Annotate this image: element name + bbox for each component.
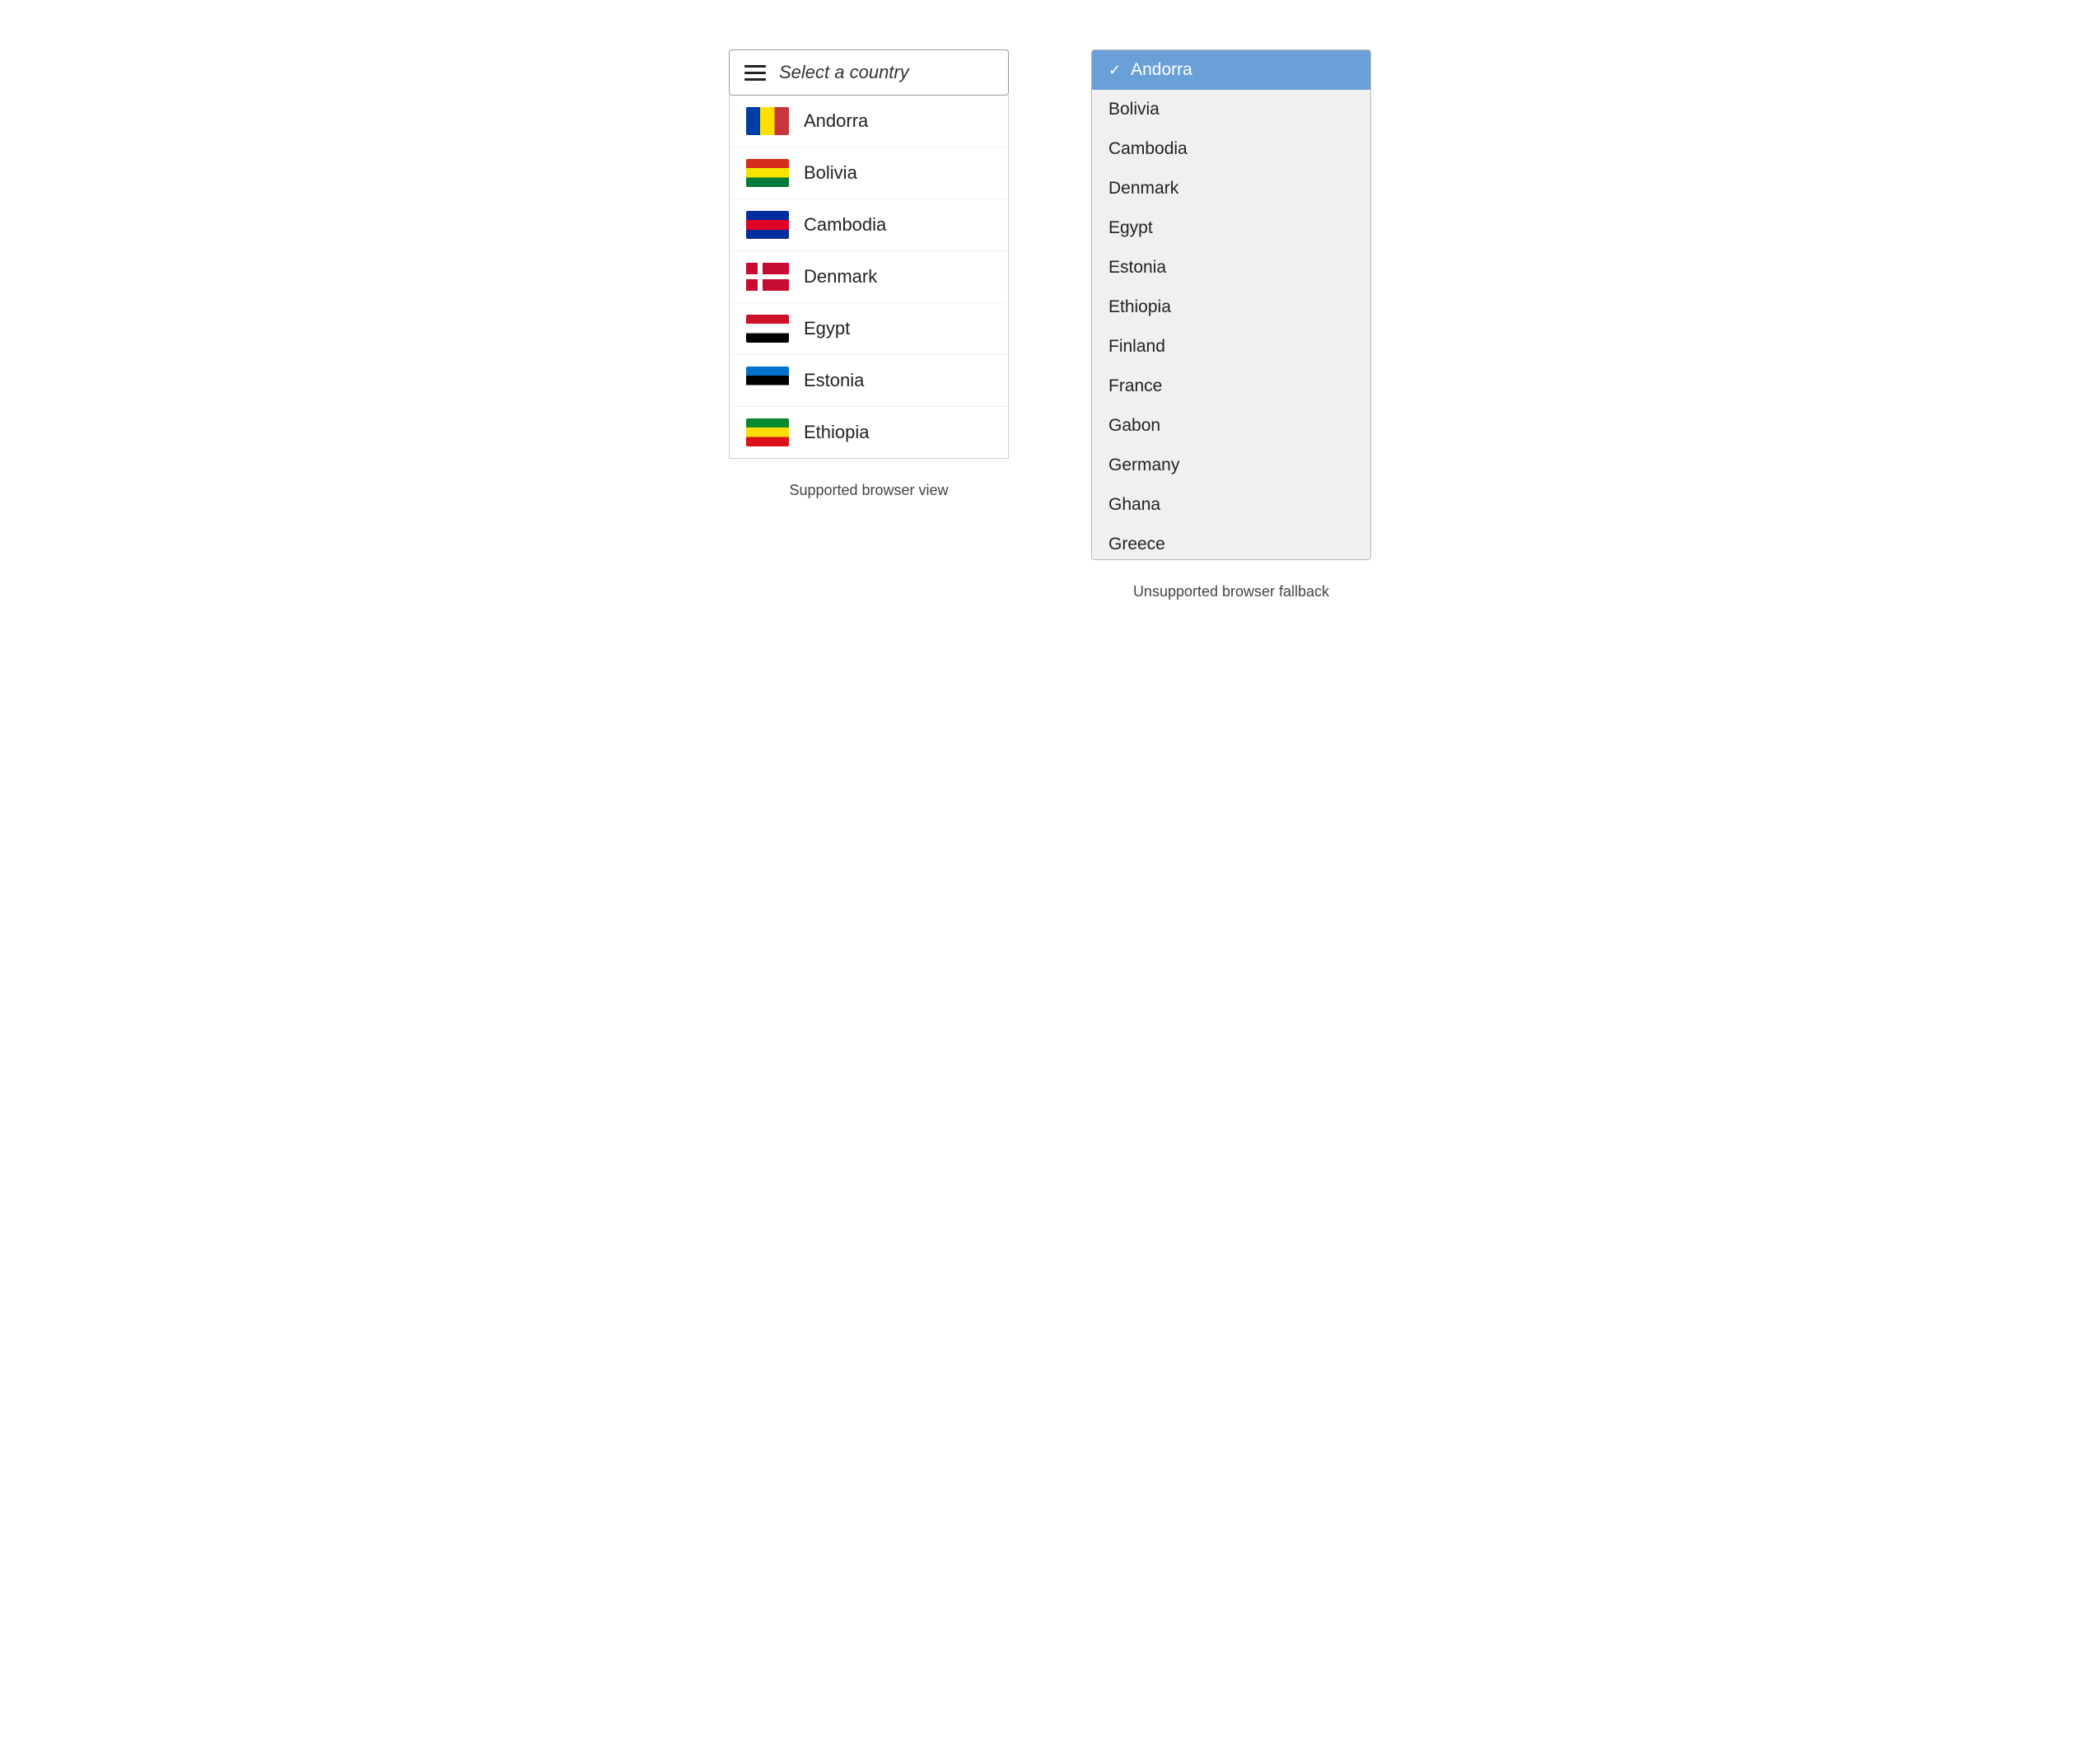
country-name: Egypt bbox=[1108, 218, 1153, 238]
flag-estonia bbox=[746, 367, 789, 395]
country-name: Denmark bbox=[804, 266, 877, 287]
native-select-wrapper: ✓ Andorra Bolivia Cambodia Denmark Egypt… bbox=[1091, 49, 1371, 560]
country-name: Egypt bbox=[804, 318, 850, 339]
flag-cambodia bbox=[746, 211, 789, 239]
list-item[interactable]: Denmark bbox=[730, 251, 1008, 303]
custom-select-trigger[interactable]: Select a country bbox=[729, 49, 1009, 96]
list-item[interactable]: Estonia bbox=[1092, 248, 1370, 287]
country-name: Bolivia bbox=[1108, 100, 1160, 119]
custom-dropdown[interactable]: Andorra Bolivia Cambodia bbox=[729, 96, 1009, 459]
country-name: Gabon bbox=[1108, 416, 1160, 436]
list-item[interactable]: Egypt bbox=[730, 303, 1008, 355]
country-name: Estonia bbox=[1108, 258, 1166, 278]
list-item[interactable]: Cambodia bbox=[730, 199, 1008, 251]
country-name: Andorra bbox=[804, 110, 868, 132]
country-name: Bolivia bbox=[804, 162, 857, 184]
page-container: Select a country Andorra Bolivia bbox=[729, 49, 1371, 600]
custom-select-wrapper: Select a country Andorra Bolivia bbox=[729, 49, 1009, 459]
list-item[interactable]: Greece bbox=[1092, 525, 1370, 560]
country-name: Germany bbox=[1108, 456, 1179, 475]
list-item[interactable]: Estonia bbox=[730, 355, 1008, 407]
list-item[interactable]: Germany bbox=[1092, 446, 1370, 485]
flag-egypt bbox=[746, 315, 789, 343]
list-item[interactable]: Denmark bbox=[1092, 169, 1370, 208]
list-item[interactable]: Ethiopia bbox=[730, 407, 1008, 458]
flag-bolivia bbox=[746, 159, 789, 187]
trigger-label: Select a country bbox=[779, 62, 909, 83]
list-item[interactable]: Bolivia bbox=[1092, 90, 1370, 129]
checkmark-icon: ✓ bbox=[1108, 62, 1121, 79]
right-panel: ✓ Andorra Bolivia Cambodia Denmark Egypt… bbox=[1091, 49, 1371, 600]
country-name: Andorra bbox=[1131, 60, 1192, 80]
list-item[interactable]: Finland bbox=[1092, 327, 1370, 367]
list-item[interactable]: Cambodia bbox=[1092, 129, 1370, 169]
country-name: Ethiopia bbox=[1108, 297, 1171, 317]
right-caption: Unsupported browser fallback bbox=[1133, 583, 1329, 600]
flag-andorra bbox=[746, 107, 789, 135]
list-item[interactable]: Gabon bbox=[1092, 406, 1370, 446]
country-name: Greece bbox=[1108, 535, 1165, 554]
list-item[interactable]: Andorra bbox=[730, 96, 1008, 147]
list-item[interactable]: ✓ Andorra bbox=[1092, 50, 1370, 90]
country-name: Estonia bbox=[804, 370, 864, 391]
native-select-list[interactable]: ✓ Andorra Bolivia Cambodia Denmark Egypt… bbox=[1091, 49, 1371, 560]
country-name: Ethiopia bbox=[804, 422, 870, 443]
list-item[interactable]: Ethiopia bbox=[1092, 287, 1370, 327]
left-caption: Supported browser view bbox=[789, 482, 948, 499]
list-item[interactable]: Egypt bbox=[1092, 208, 1370, 248]
list-item[interactable]: Ghana bbox=[1092, 485, 1370, 525]
flag-denmark bbox=[746, 263, 789, 291]
flag-ethiopia bbox=[746, 418, 789, 446]
country-name: Ghana bbox=[1108, 495, 1160, 515]
list-item[interactable]: France bbox=[1092, 367, 1370, 406]
country-name: Denmark bbox=[1108, 179, 1178, 199]
country-name: Cambodia bbox=[1108, 139, 1188, 159]
list-item[interactable]: Bolivia bbox=[730, 147, 1008, 199]
country-name: Finland bbox=[1108, 337, 1165, 357]
left-panel: Select a country Andorra Bolivia bbox=[729, 49, 1009, 499]
country-name: Cambodia bbox=[804, 214, 886, 236]
hamburger-icon bbox=[744, 65, 766, 81]
country-name: France bbox=[1108, 376, 1162, 396]
